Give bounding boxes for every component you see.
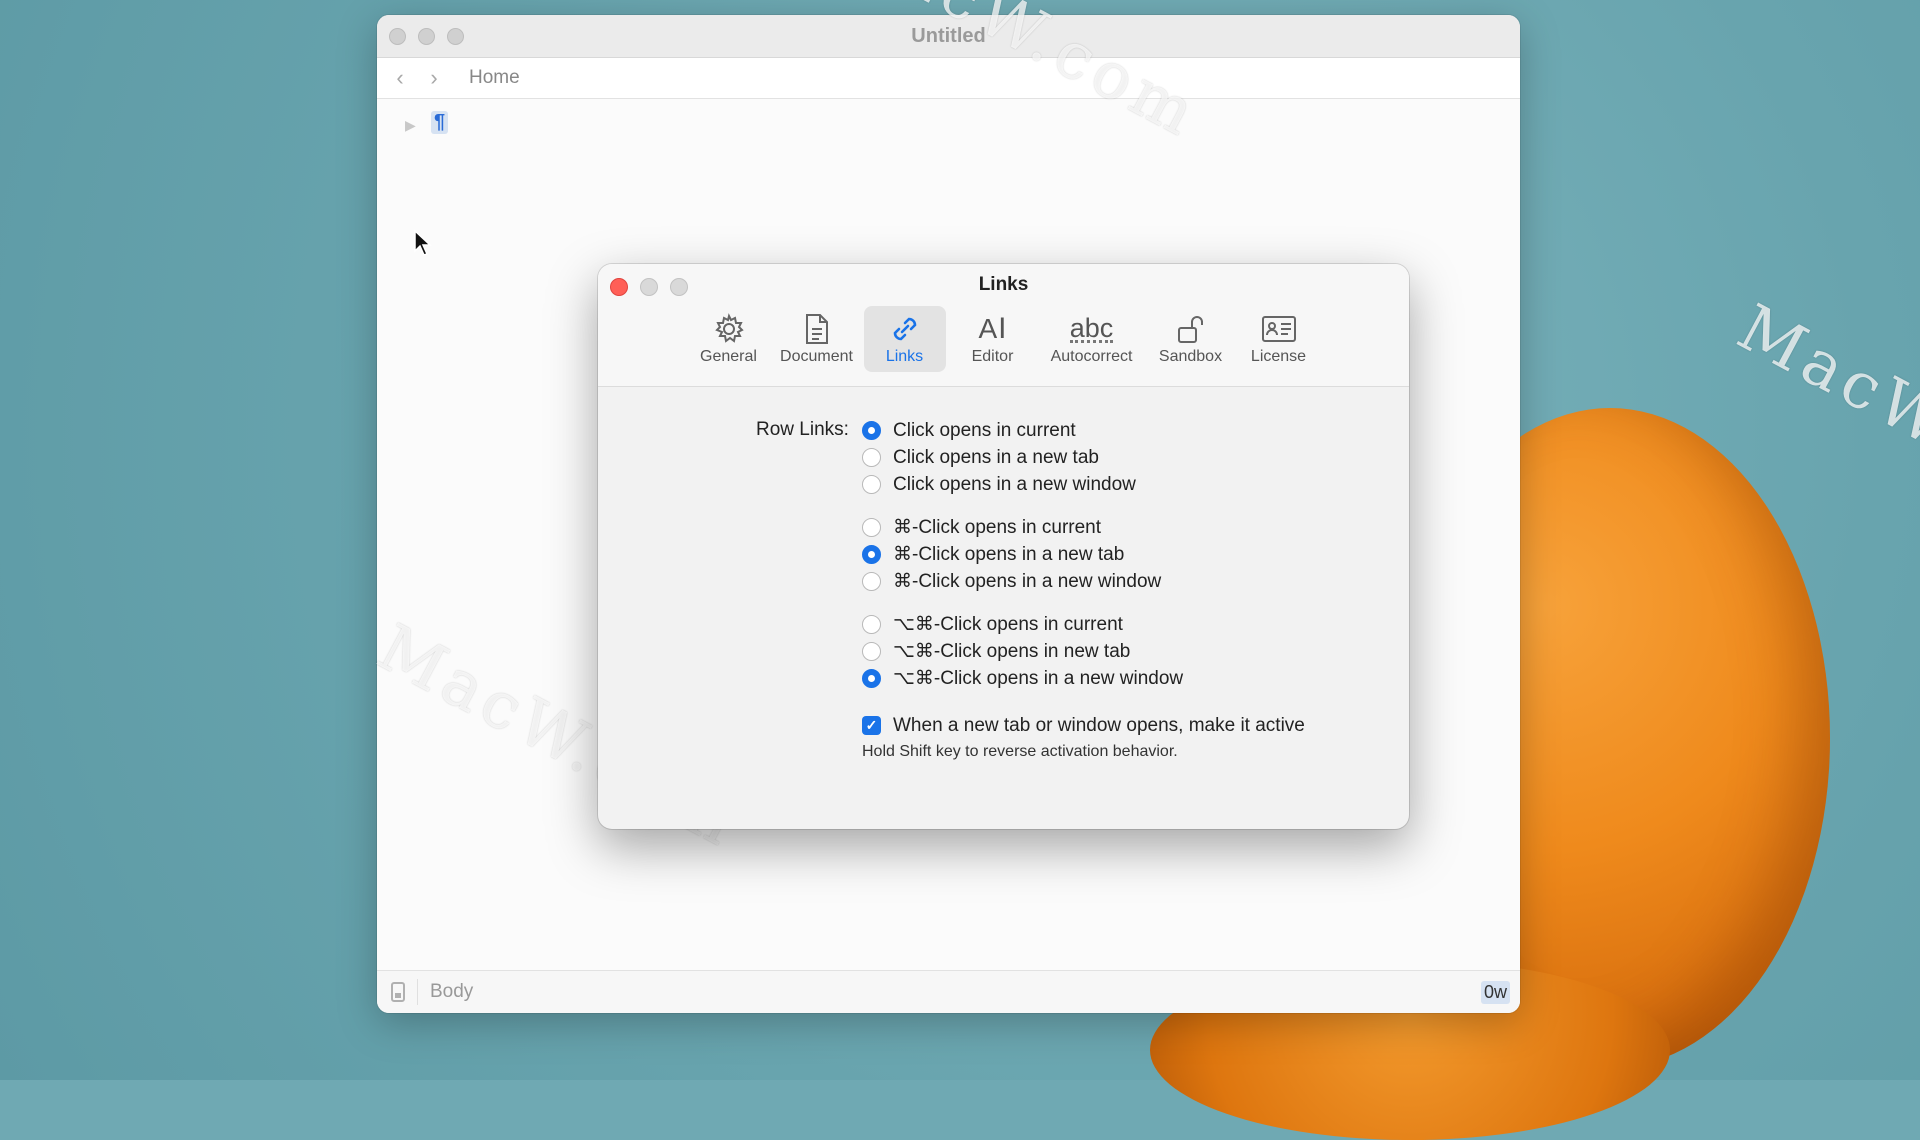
radio-button[interactable] [862, 642, 881, 661]
tab-editor[interactable]: AI Editor [952, 306, 1034, 372]
tab-label: License [1250, 348, 1307, 365]
gear-icon [713, 312, 745, 346]
disclosure-triangle-icon[interactable]: ▶ [405, 117, 416, 134]
radio-button[interactable] [862, 448, 881, 467]
radio-option[interactable]: Click opens in a new window [862, 471, 1382, 498]
id-card-icon [1261, 312, 1297, 346]
links-settings-panel: Row Links: Click opens in current Click … [598, 387, 1409, 760]
radio-button[interactable] [862, 518, 881, 537]
radio-button[interactable] [862, 475, 881, 494]
status-bar: Body 0w [377, 970, 1520, 1013]
tab-autocorrect[interactable]: abc Autocorrect [1040, 306, 1144, 372]
radio-label[interactable]: Click opens in a new window [893, 474, 1136, 496]
tab-document[interactable]: Document [776, 306, 858, 372]
radio-option[interactable]: ⌥⌘-Click opens in a new window [862, 665, 1382, 692]
tab-label: Sandbox [1158, 348, 1223, 365]
radio-option[interactable]: ⌥⌘-Click opens in new tab [862, 638, 1382, 665]
abc-icon: abc [1069, 312, 1114, 343]
radio-option[interactable]: ⌘-Click opens in a new window [862, 568, 1382, 595]
tab-label: Links [885, 348, 924, 365]
text-cursor-icon: AI [978, 312, 1007, 345]
radio-option[interactable]: Click opens in a new tab [862, 444, 1382, 471]
radio-label[interactable]: ⌘-Click opens in a new window [893, 570, 1161, 593]
radio-label[interactable]: ⌘-Click opens in current [893, 516, 1101, 539]
tab-links[interactable]: Links [863, 306, 946, 372]
unlock-icon [1175, 312, 1207, 346]
device-icon[interactable] [391, 982, 405, 1002]
activate-checkbox-row[interactable]: ✓ When a new tab or window opens, make it… [862, 712, 1382, 739]
radio-option[interactable]: ⌥⌘-Click opens in current [862, 611, 1382, 638]
forward-arrow-icon[interactable]: › [425, 65, 443, 91]
document-icon [803, 312, 831, 346]
tab-license[interactable]: License [1238, 306, 1320, 372]
radio-button[interactable] [862, 421, 881, 440]
radio-option[interactable]: ⌘-Click opens in a new tab [862, 541, 1382, 568]
row-links-label: Row Links: [756, 419, 849, 440]
tab-sandbox[interactable]: Sandbox [1150, 306, 1232, 372]
tab-label: Document [780, 348, 853, 365]
word-count[interactable]: 0w [1480, 981, 1510, 1004]
radio-option[interactable]: ⌘-Click opens in current [862, 514, 1382, 541]
radio-label[interactable]: ⌥⌘-Click opens in new tab [893, 640, 1130, 663]
window-titlebar: Untitled [377, 15, 1520, 58]
tab-label: General [700, 348, 757, 365]
paragraph-style-label[interactable]: Body [430, 981, 473, 1003]
radio-button[interactable] [862, 669, 881, 688]
radio-label[interactable]: Click opens in current [893, 420, 1076, 442]
navigation-bar: ‹ › Home [377, 58, 1520, 99]
back-arrow-icon[interactable]: ‹ [391, 65, 409, 91]
row-links-options: Click opens in current Click opens in a … [862, 417, 1382, 761]
radio-label[interactable]: ⌥⌘-Click opens in current [893, 613, 1123, 636]
window-title: Untitled [911, 25, 986, 47]
radio-label[interactable]: ⌥⌘-Click opens in a new window [893, 667, 1183, 690]
checkbox-label[interactable]: When a new tab or window opens, make it … [893, 715, 1305, 737]
tab-label: Autocorrect [1050, 348, 1133, 365]
status-divider [417, 979, 418, 1005]
checkmark-icon[interactable]: ✓ [862, 716, 881, 735]
preferences-window: Links General Document Links A I Editor … [598, 264, 1409, 829]
activation-hint: Hold Shift key to reverse activation beh… [862, 743, 1178, 760]
radio-label[interactable]: ⌘-Click opens in a new tab [893, 543, 1124, 566]
preferences-tabs: General Document Links AI Editor abc Aut… [598, 306, 1409, 372]
tab-general[interactable]: General [688, 306, 770, 372]
radio-button[interactable] [862, 615, 881, 634]
radio-label[interactable]: Click opens in a new tab [893, 447, 1099, 469]
radio-option[interactable]: Click opens in current [862, 417, 1382, 444]
radio-button[interactable] [862, 572, 881, 591]
pilcrow-marker[interactable]: ¶ [431, 111, 449, 134]
preferences-title: Links [978, 274, 1029, 295]
tab-label: Editor [971, 348, 1014, 365]
radio-button[interactable] [862, 545, 881, 564]
link-icon [888, 312, 922, 346]
breadcrumb[interactable]: Home [469, 67, 520, 89]
mouse-pointer-icon [414, 229, 432, 256]
preferences-toolbar: Links General Document Links A I Editor … [598, 264, 1409, 387]
